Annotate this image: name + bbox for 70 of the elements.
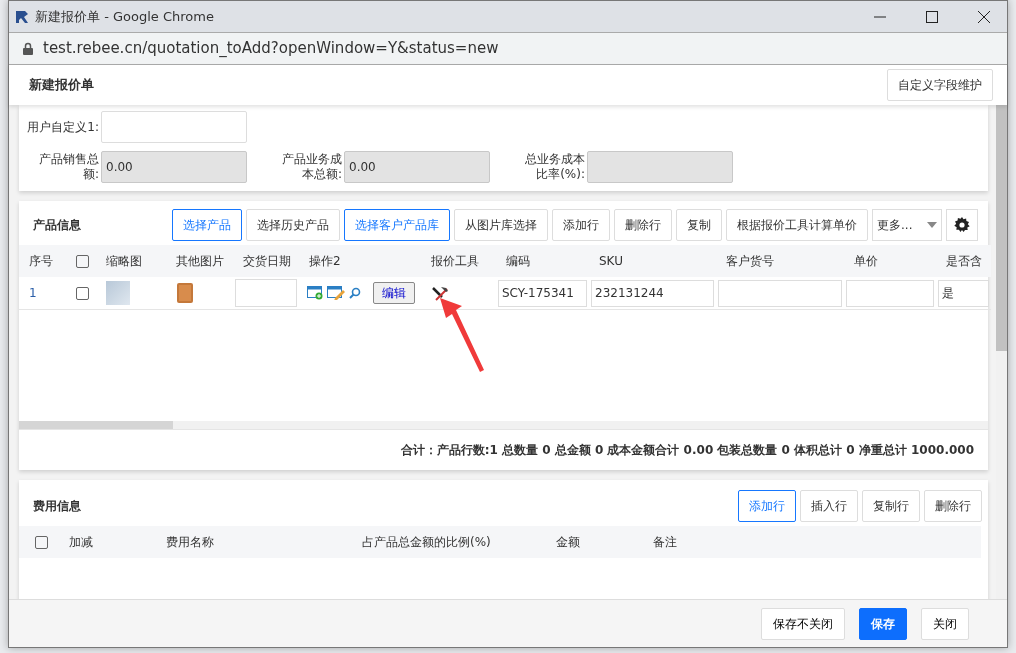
input-field[interactable] bbox=[101, 111, 247, 143]
summary-text: 合计：产品行数:1 总数量 0 总金额 0 成本金额合计 0.00 包装总数量 0 体积总计 0 净重总计 1000.000 bbox=[19, 429, 988, 470]
search-icon[interactable] bbox=[349, 287, 361, 299]
input-field[interactable]: 232131244 bbox=[591, 279, 714, 307]
toolbar-button[interactable]: 插入行 bbox=[800, 490, 858, 522]
column-header: 备注 bbox=[653, 535, 677, 549]
field-label: 用户自定义1: bbox=[27, 119, 100, 135]
column-header: 加减 bbox=[69, 535, 93, 549]
more-dropdown[interactable]: 更多... bbox=[872, 209, 942, 241]
column-header: 客户货号 bbox=[726, 254, 774, 268]
column-header: 缩略图 bbox=[106, 254, 142, 268]
input-field: 0.00 bbox=[101, 151, 247, 183]
toolbar-button[interactable]: 选择历史产品 bbox=[246, 209, 340, 241]
caret-icon bbox=[927, 222, 937, 228]
toolbar-button[interactable]: 删除行 bbox=[614, 209, 672, 241]
app-logo-icon bbox=[15, 9, 29, 24]
column-header: 是否含 bbox=[946, 254, 982, 268]
toolbar-button[interactable]: 复制行 bbox=[862, 490, 920, 522]
footer-button[interactable]: 关闭 bbox=[921, 607, 969, 640]
checkbox[interactable] bbox=[35, 536, 48, 549]
date-field[interactable] bbox=[235, 279, 297, 307]
footer-button[interactable]: 保存不关闭 bbox=[761, 607, 845, 640]
column-header: 金额 bbox=[556, 535, 580, 549]
toolbar-button[interactable]: 添加行 bbox=[738, 490, 796, 522]
column-header: SKU bbox=[599, 254, 623, 268]
column-header: 费用名称 bbox=[166, 535, 214, 549]
field-label: 产品销售总额: bbox=[38, 152, 100, 182]
horizontal-scrollbar[interactable] bbox=[19, 421, 988, 429]
toolbar-button[interactable]: 删除行 bbox=[924, 490, 982, 522]
photo-placeholder bbox=[106, 281, 130, 305]
column-header: 单价 bbox=[854, 254, 878, 268]
column-header: 序号 bbox=[29, 254, 53, 268]
field-label: 总业务成本比率(%): bbox=[524, 152, 586, 182]
lock-icon bbox=[23, 42, 33, 55]
edit-button[interactable]: 编辑 bbox=[373, 282, 415, 304]
field-label: 产品业务成本总额: bbox=[281, 152, 343, 182]
row-number: 1 bbox=[29, 286, 37, 300]
column-header: 其他图片 bbox=[176, 254, 224, 268]
column-header: 占产品总金额的比例(%) bbox=[362, 535, 491, 549]
toolbar-button[interactable]: 添加行 bbox=[552, 209, 610, 241]
checkbox[interactable] bbox=[76, 287, 89, 300]
tax-select[interactable]: 是 bbox=[938, 279, 989, 307]
column-header: 操作2 bbox=[309, 254, 341, 268]
page-title: 新建报价单 bbox=[29, 76, 94, 95]
input-field: 0.00 bbox=[344, 151, 490, 183]
toolbar-button[interactable]: 根据报价工具计算单价 bbox=[726, 209, 868, 241]
input-field[interactable] bbox=[846, 279, 934, 307]
settings-button[interactable] bbox=[946, 209, 978, 241]
toolbar-button[interactable]: 选择客户产品库 bbox=[344, 209, 450, 241]
column-header: 编码 bbox=[506, 254, 530, 268]
edit-window-icon[interactable] bbox=[327, 286, 345, 300]
toolbar-button[interactable]: 从图片库选择 bbox=[454, 209, 548, 241]
custom-fields-button[interactable]: 自定义字段维护 bbox=[887, 69, 993, 101]
section-title: 产品信息 bbox=[33, 217, 81, 234]
add-window-icon[interactable] bbox=[307, 286, 323, 300]
column-header: 报价工具 bbox=[431, 254, 479, 268]
column-header: 交货日期 bbox=[243, 254, 291, 268]
book-icon[interactable] bbox=[176, 282, 194, 304]
checkbox[interactable] bbox=[76, 255, 89, 268]
gear-icon bbox=[954, 217, 970, 233]
input-field[interactable]: SCY-175341 bbox=[498, 279, 587, 307]
address-url: test.rebee.cn/quotation_toAdd?openWindow=Y&status=new bbox=[43, 38, 499, 60]
input-field[interactable] bbox=[718, 279, 842, 307]
toolbar-button[interactable]: 复制 bbox=[676, 209, 722, 241]
save-button[interactable]: 保存 bbox=[859, 607, 907, 640]
section-title: 费用信息 bbox=[33, 498, 81, 515]
toolbar-button[interactable]: 选择产品 bbox=[172, 209, 242, 241]
window-title: 新建报价单 - Google Chrome bbox=[35, 7, 214, 26]
maximize-icon bbox=[926, 10, 938, 23]
close-icon bbox=[978, 10, 990, 23]
